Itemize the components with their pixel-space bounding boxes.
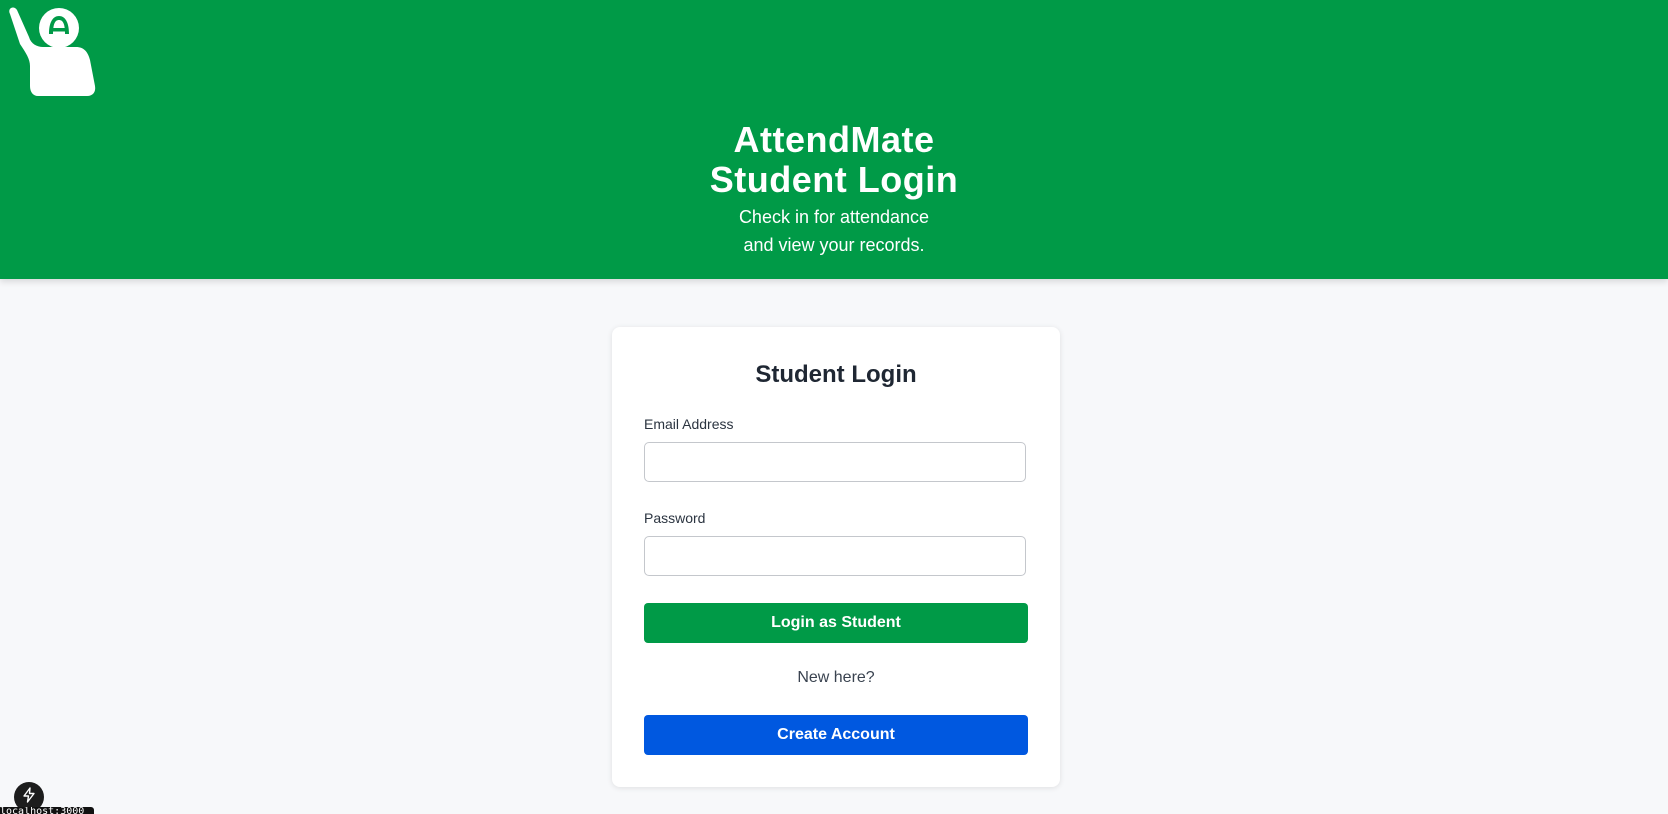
- hero-section: AttendMate Student Login Check in for at…: [0, 120, 1668, 259]
- login-card: Student Login Email Address Password Log…: [612, 327, 1060, 787]
- email-field[interactable]: [644, 442, 1026, 482]
- login-as-student-button[interactable]: Login as Student: [644, 603, 1028, 643]
- password-label: Password: [644, 510, 706, 526]
- app-subtitle: Check in for attendance and view your re…: [0, 203, 1668, 259]
- new-here-text: New here?: [797, 669, 875, 686]
- app-title: AttendMate Student Login: [0, 120, 1668, 200]
- app-subtitle-line1: Check in for attendance: [738, 207, 930, 227]
- app-title-line2: Student Login: [709, 159, 959, 200]
- app-title-line1: AttendMate: [733, 119, 935, 160]
- email-label: Email Address: [644, 416, 734, 432]
- login-title: Student Login: [755, 361, 917, 388]
- lightning-icon: [21, 786, 37, 808]
- app-subtitle-line2: and view your records.: [743, 235, 925, 255]
- create-account-button[interactable]: Create Account: [644, 715, 1028, 755]
- page-header: AttendMate Student Login Check in for at…: [0, 0, 1668, 279]
- raised-hand-logo-icon: [4, 4, 98, 96]
- password-field[interactable]: [644, 536, 1026, 576]
- dev-tools-tooltip: localhost:3000: [0, 807, 94, 814]
